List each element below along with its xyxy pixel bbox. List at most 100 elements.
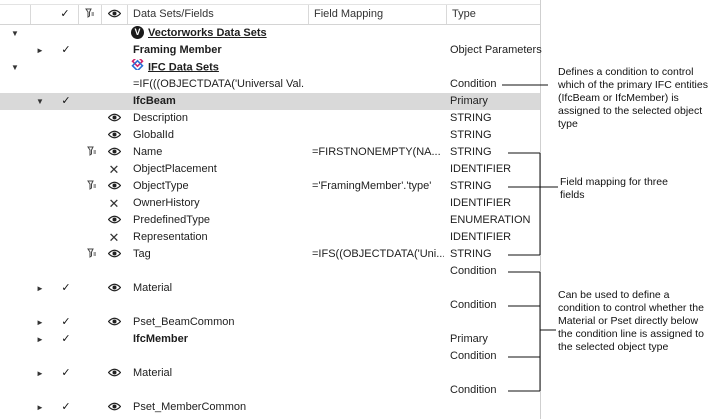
row-name: Framing Member (133, 44, 222, 56)
x-icon[interactable]: ✕ (107, 161, 121, 178)
field-type: STRING (450, 248, 492, 260)
tree-row-material[interactable]: ► ✓ Material (0, 365, 540, 382)
tree-row-field[interactable]: ✕ ObjectPlacement IDENTIFIER (0, 161, 540, 178)
tree-row-field[interactable]: Tag =IFS((OBJECTDATA('Uni... STRING (0, 246, 540, 263)
funnel-icon (86, 246, 98, 263)
triangle-right-icon[interactable]: ► (35, 331, 45, 348)
row-type: Primary (450, 95, 488, 107)
row-name: Pset_MemberCommon (133, 401, 247, 413)
row-type: Primary (450, 333, 488, 345)
eye-icon[interactable] (107, 212, 121, 229)
triangle-right-icon[interactable]: ► (35, 365, 45, 382)
tree-row-field[interactable]: PredefinedType ENUMERATION (0, 212, 540, 229)
eye-icon[interactable] (107, 144, 121, 161)
tree-row-condition[interactable]: Condition (0, 297, 540, 314)
tree-row-ifcmember[interactable]: ► ✓ IfcMember Primary (0, 331, 540, 348)
check-icon[interactable]: ✓ (59, 399, 73, 416)
field-type: IDENTIFIER (450, 163, 512, 175)
funnel-icon (86, 144, 98, 161)
field-mapping[interactable]: =FIRSTNONEMPTY(NA... (312, 144, 444, 161)
tree-row-condition[interactable]: Condition (0, 382, 540, 399)
eye-icon[interactable] (107, 178, 121, 195)
row-type: Condition (450, 299, 497, 311)
row-name: Material (133, 282, 173, 294)
header-separator (308, 5, 309, 24)
triangle-right-icon[interactable]: ► (35, 399, 45, 416)
x-icon[interactable]: ✕ (107, 229, 121, 246)
tree-row-field[interactable]: ✕ OwnerHistory IDENTIFIER (0, 195, 540, 212)
eye-icon[interactable] (107, 280, 121, 297)
field-name: Tag (133, 248, 151, 260)
condition-annotation: Defines a condition to control which of … (558, 66, 708, 130)
column-header-bar: ✓ Data Sets/Fields Field Mapping Type (0, 4, 540, 25)
field-name: Representation (133, 231, 208, 243)
field-name: ObjectType (133, 180, 189, 192)
tree-row-framing-member[interactable]: ► ✓ Framing Member Object Parameters (0, 42, 542, 59)
eye-icon[interactable] (107, 365, 121, 382)
row-type: Condition (450, 350, 497, 362)
row-type: Condition (450, 78, 497, 90)
tree-row-field[interactable]: ObjectType ='FramingMember'.'type' STRIN… (0, 178, 540, 195)
check-icon[interactable]: ✓ (59, 280, 73, 297)
tree-row-condition[interactable]: Condition (0, 263, 540, 280)
field-type: ENUMERATION (450, 214, 531, 226)
triangle-down-icon[interactable]: ▼ (10, 25, 20, 42)
tree-row-material[interactable]: ► ✓ Material (0, 280, 540, 297)
tree-row-condition[interactable]: Condition (0, 348, 540, 365)
column-header-data-sets-fields[interactable]: Data Sets/Fields (133, 5, 214, 24)
triangle-right-icon[interactable]: ► (35, 42, 45, 59)
tree-row-vectorworks-data-sets[interactable]: ▼ V Vectorworks Data Sets (0, 25, 540, 42)
triangle-right-icon[interactable]: ► (35, 314, 45, 331)
field-type: IDENTIFIER (450, 231, 512, 243)
condition-formula: =IF(((OBJECTDATA('Universal Val... (133, 78, 305, 90)
row-name: IfcMember (133, 333, 189, 345)
eye-icon[interactable] (107, 246, 121, 263)
tree-row-pset-beam-common[interactable]: ► ✓ Pset_BeamCommon (0, 314, 540, 331)
triangle-down-icon[interactable]: ▼ (35, 93, 45, 110)
data-set-group-label[interactable]: IFC Data Sets (148, 61, 219, 73)
check-icon[interactable]: ✓ (58, 5, 72, 24)
check-icon[interactable]: ✓ (59, 93, 73, 110)
x-icon[interactable]: ✕ (107, 195, 121, 212)
triangle-right-icon[interactable]: ► (35, 280, 45, 297)
check-icon[interactable]: ✓ (59, 42, 73, 59)
data-set-group-label[interactable]: Vectorworks Data Sets (148, 27, 267, 39)
row-name: Material (133, 367, 173, 379)
eye-icon[interactable] (107, 5, 121, 24)
eye-icon[interactable] (107, 314, 121, 331)
funnel-icon[interactable] (84, 5, 96, 24)
column-header-field-mapping[interactable]: Field Mapping (314, 5, 383, 24)
row-type: Condition (450, 384, 497, 396)
eye-icon[interactable] (107, 110, 121, 127)
tree-row-ifc-data-sets[interactable]: ▼ IFC Data Sets (0, 59, 540, 76)
check-icon[interactable]: ✓ (59, 331, 73, 348)
field-mapping[interactable]: ='FramingMember'.'type' (312, 178, 444, 195)
field-type: STRING (450, 180, 492, 192)
tree-row-field[interactable]: Description STRING (0, 110, 540, 127)
header-separator (446, 5, 447, 24)
eye-icon[interactable] (107, 399, 121, 416)
field-type: STRING (450, 129, 492, 141)
field-mapping[interactable]: =IFS((OBJECTDATA('Uni... (312, 246, 444, 263)
column-header-type[interactable]: Type (452, 5, 476, 24)
tree-row-ifcbeam[interactable]: ▼ ✓ IfcBeam Primary (0, 93, 540, 110)
eye-icon[interactable] (107, 127, 121, 144)
field-name: ObjectPlacement (133, 163, 217, 175)
check-icon[interactable]: ✓ (59, 314, 73, 331)
triangle-down-icon[interactable]: ▼ (10, 59, 20, 76)
vectorworks-logo-icon: V (131, 25, 144, 39)
tree-row-field[interactable]: ✕ Representation IDENTIFIER (0, 229, 540, 246)
tree-row-pset-member-common[interactable]: ► ✓ Pset_MemberCommon (0, 399, 540, 416)
header-separator (101, 5, 102, 24)
ifc-logo-icon (131, 59, 144, 76)
row-type: Object Parameters (450, 44, 542, 56)
tree-row-field[interactable]: GlobalId STRING (0, 127, 540, 144)
material-condition-annotation: Can be used to define a condition to con… (558, 289, 704, 353)
tree-row-field[interactable]: Name =FIRSTNONEMPTY(NA... STRING (0, 144, 540, 161)
tree-row-condition[interactable]: =IF(((OBJECTDATA('Universal Val... Condi… (0, 76, 540, 93)
header-separator (30, 5, 31, 24)
field-name: Description (133, 112, 189, 124)
check-icon[interactable]: ✓ (59, 365, 73, 382)
field-name: PredefinedType (133, 214, 211, 226)
field-mapping-annotation: Field mapping for three fields (560, 176, 668, 201)
